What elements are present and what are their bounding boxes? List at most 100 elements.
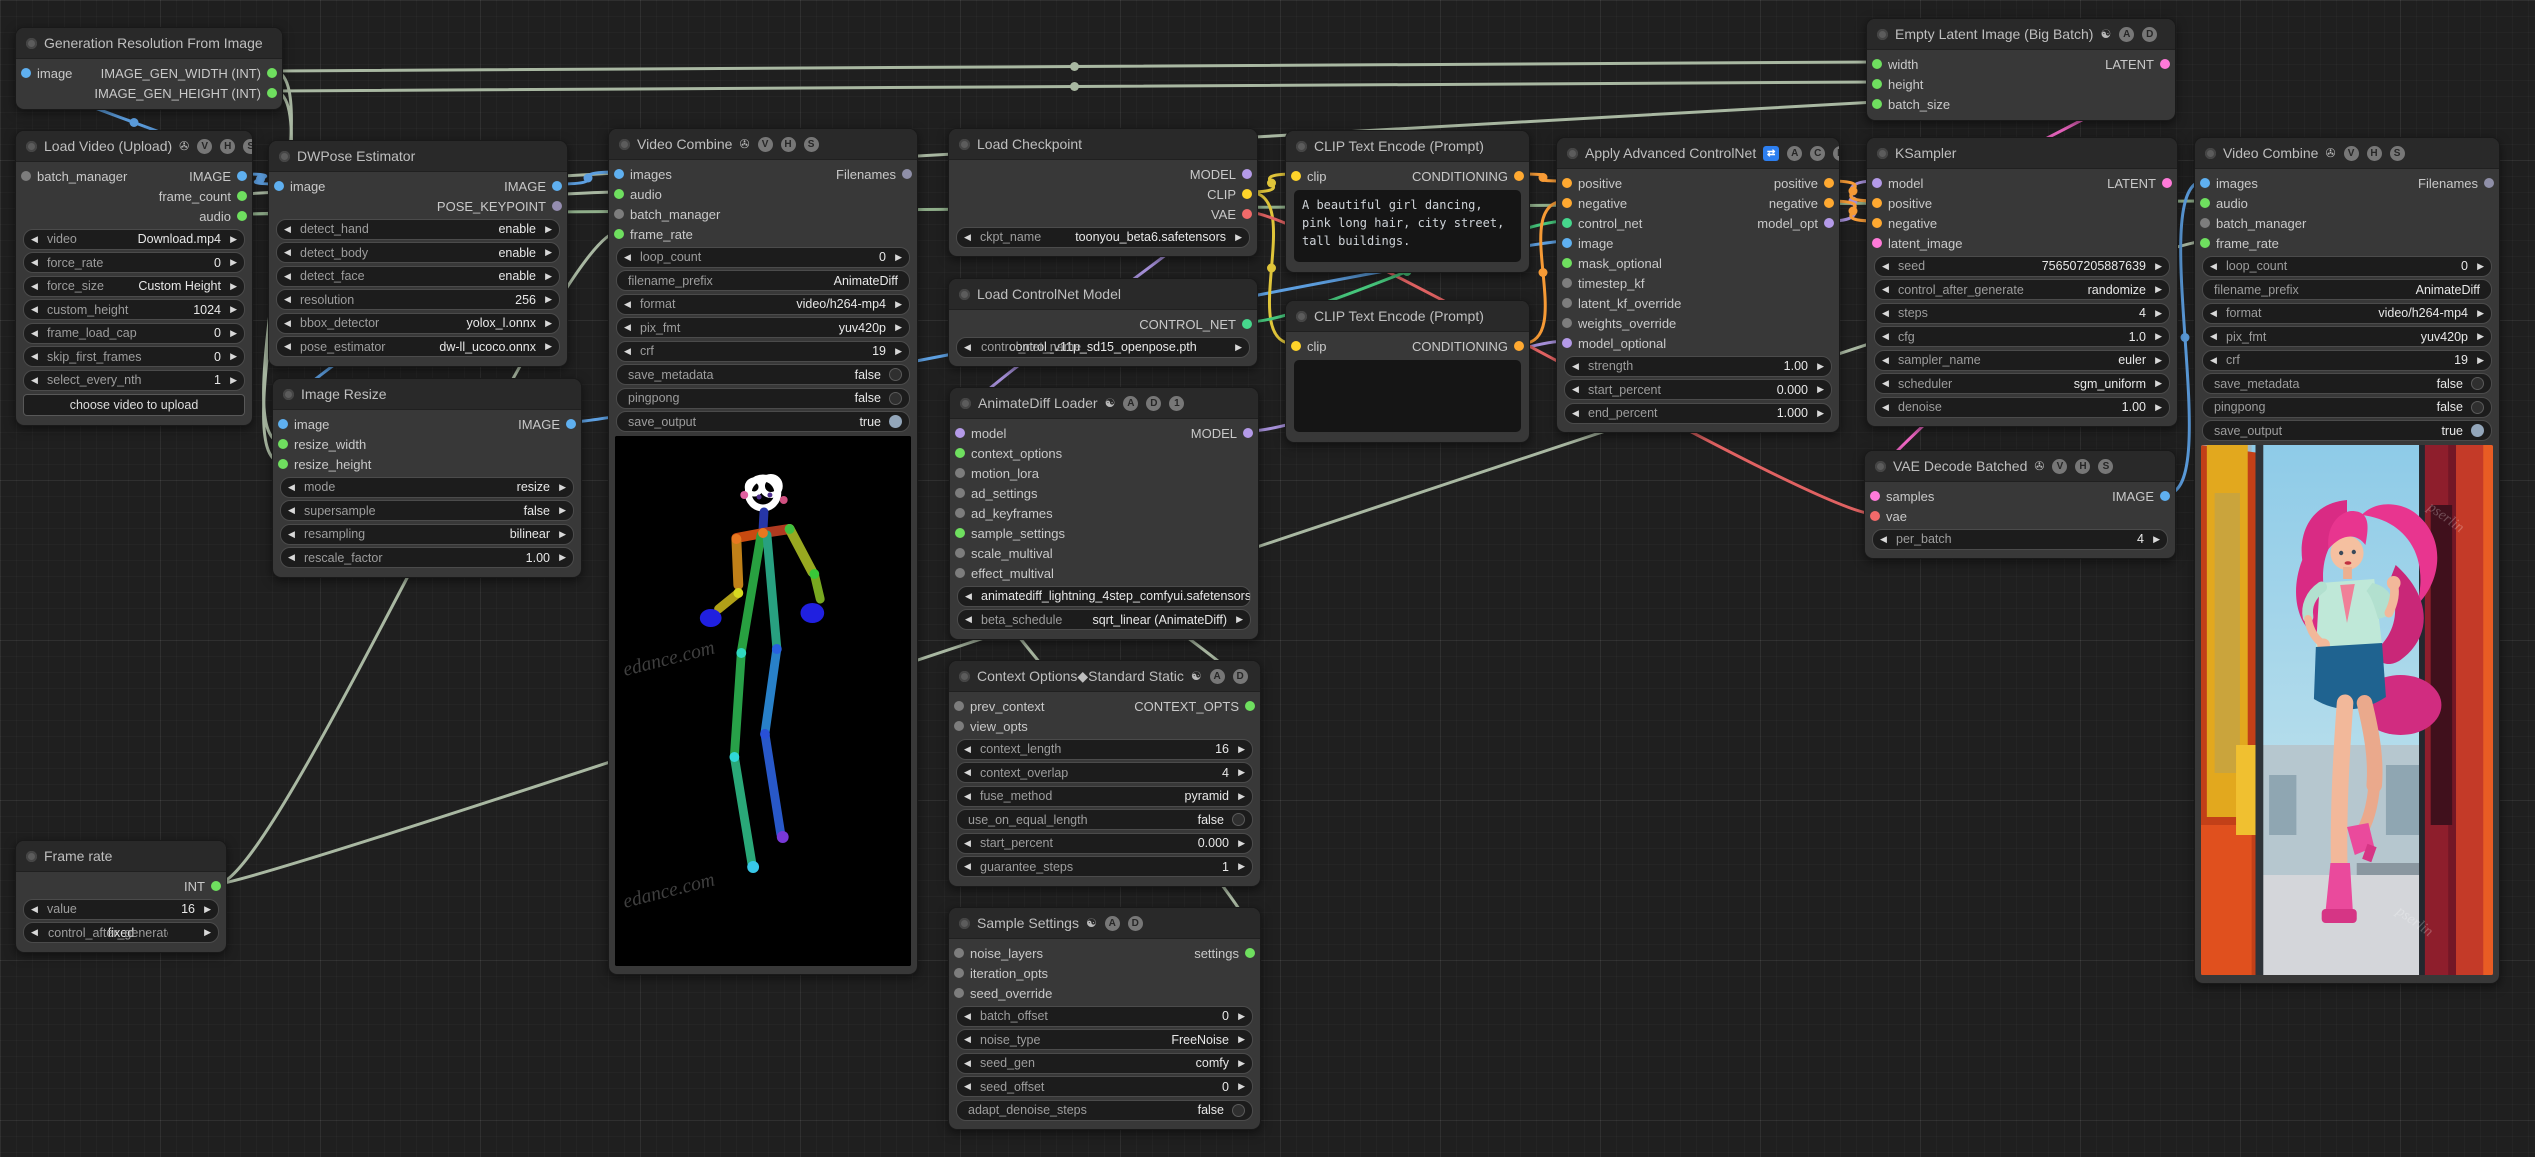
output-slot-IMAGE[interactable] [2160, 491, 2170, 501]
input-slot-vae[interactable] [1870, 511, 1880, 521]
widget-filename_prefix[interactable]: filename_prefix AnimateDiff [2202, 279, 2492, 300]
node-title-bar[interactable]: VAE Decode Batched ✇ V H S [1865, 451, 2175, 482]
increment-arrow-icon[interactable]: ▶ [554, 505, 566, 516]
input-slot-images[interactable] [614, 169, 624, 179]
collapse-dot[interactable] [619, 138, 630, 150]
node-image-resize[interactable]: Image Resize image IMAGE resize_width resize… [272, 378, 582, 578]
widget-save_output[interactable]: save_output true [2202, 420, 2492, 441]
input-slot-samples[interactable] [1870, 491, 1880, 501]
widget-rescale_factor[interactable]: ◀ rescale_factor 1.00 ▶ [280, 547, 574, 568]
widget-value[interactable]: ◀ animatediff_lightning_4step_comfyui.saf… [957, 585, 1251, 607]
decrement-arrow-icon[interactable]: ◀ [1882, 402, 1894, 413]
widget-button-choose-video-to-upload[interactable]: choose video to upload [23, 393, 245, 416]
increment-arrow-icon[interactable]: ▶ [1233, 1034, 1245, 1045]
widget-ckpt_name[interactable]: ◀ ckpt_name toonyou_beta6.safetensors ▶ [956, 226, 1250, 248]
collapse-dot[interactable] [26, 850, 37, 862]
decrement-arrow-icon[interactable]: ◀ [288, 482, 300, 493]
collapse-dot[interactable] [1296, 310, 1307, 322]
output-slot-CONTROL_NET[interactable] [1242, 319, 1252, 329]
node-title-bar[interactable]: Video Combine ✇ V H S [609, 129, 917, 160]
increment-arrow-icon[interactable]: ▶ [225, 304, 237, 315]
decrement-arrow-icon[interactable]: ◀ [624, 252, 636, 263]
output-slot-MODEL[interactable] [1243, 428, 1253, 438]
widget-guarantee_steps[interactable]: ◀ guarantee_steps 1 ▶ [956, 856, 1253, 877]
widget-control_net_name[interactable]: ◀ control_net_name control_v11p_sd15_openp… [956, 336, 1250, 358]
input-slot-negative[interactable] [1872, 218, 1882, 228]
collapse-dot[interactable] [959, 138, 970, 150]
widget-format[interactable]: ◀ format video/h264-mp4 ▶ [616, 293, 910, 315]
widget-custom_height[interactable]: ◀ custom_height 1024 ▶ [23, 299, 245, 320]
collapse-dot[interactable] [960, 397, 971, 409]
collapse-dot[interactable] [279, 150, 290, 162]
input-slot-ad_keyframes[interactable] [955, 508, 965, 518]
prompt-textarea[interactable]: A beautiful girl dancing, pink long hair… [1294, 190, 1521, 262]
node-clip-neg[interactable]: CLIP Text Encode (Prompt) clip CONDITIONIN… [1285, 300, 1530, 443]
input-slot-audio[interactable] [614, 189, 624, 199]
widget-pose_estimator[interactable]: ◀ pose_estimator dw-ll_ucoco.onnx ▶ [276, 336, 560, 357]
input-slot-audio[interactable] [2200, 198, 2210, 208]
widget-beta_schedule[interactable]: ◀ beta_schedule sqrt_linear (AnimateDiff) ▶ [957, 609, 1251, 630]
node-title-bar[interactable]: Load Video (Upload) ✇ VHS [16, 131, 252, 162]
decrement-arrow-icon[interactable]: ◀ [2210, 261, 2222, 272]
decrement-arrow-icon[interactable]: ◀ [1882, 355, 1894, 366]
increment-arrow-icon[interactable]: ▶ [2472, 331, 2484, 342]
decrement-arrow-icon[interactable]: ◀ [2210, 308, 2222, 319]
input-slot-iteration_opts[interactable] [954, 968, 964, 978]
node-title-bar[interactable]: Context Options◆Standard Static ☯ A D [949, 661, 1260, 692]
toggle-knob[interactable] [889, 391, 902, 405]
widget-cfg[interactable]: ◀ cfg 1.0 ▶ [1874, 326, 2170, 347]
increment-arrow-icon[interactable]: ▶ [1812, 361, 1824, 372]
decrement-arrow-icon[interactable]: ◀ [1882, 261, 1894, 272]
input-slot-model[interactable] [1872, 178, 1882, 188]
output-slot-IMAGE_GEN_HEIGHT (INT)[interactable] [267, 88, 277, 98]
widget-adapt_denoise_steps[interactable]: adapt_denoise_steps false [956, 1099, 1253, 1121]
increment-arrow-icon[interactable]: ▶ [225, 257, 237, 268]
decrement-arrow-icon[interactable]: ◀ [284, 224, 296, 235]
collapse-dot[interactable] [1877, 28, 1888, 40]
wire[interactable] [272, 80, 1877, 93]
increment-arrow-icon[interactable]: ▶ [540, 294, 552, 305]
output-slot-VAE[interactable] [1242, 209, 1252, 219]
collapse-dot[interactable] [1296, 140, 1307, 152]
node-title-bar[interactable]: AnimateDiff Loader ☯ A D 1 [950, 388, 1258, 419]
link-dot[interactable] [1070, 82, 1079, 91]
increment-arrow-icon[interactable]: ▶ [540, 247, 552, 258]
collapse-dot[interactable] [1567, 147, 1578, 159]
widget-supersample[interactable]: ◀ supersample false ▶ [280, 500, 574, 521]
prompt-textarea[interactable] [1294, 360, 1521, 432]
decrement-arrow-icon[interactable]: ◀ [624, 346, 636, 357]
decrement-arrow-icon[interactable]: ◀ [965, 614, 977, 625]
increment-arrow-icon[interactable]: ▶ [2150, 331, 2162, 342]
output-slot-model_opt[interactable] [1824, 218, 1834, 228]
widget-mode[interactable]: ◀ mode resize ▶ [280, 476, 574, 498]
widget-force_size[interactable]: ◀ force_size Custom Height ▶ [23, 275, 245, 297]
widget-value[interactable]: ◀ value 16 ▶ [23, 898, 219, 920]
input-slot-batch_manager[interactable] [614, 209, 624, 219]
widget-select_every_nth[interactable]: ◀ select_every_nth 1 ▶ [23, 369, 245, 391]
input-slot-noise_layers[interactable] [954, 948, 964, 958]
decrement-arrow-icon[interactable]: ◀ [288, 529, 300, 540]
decrement-arrow-icon[interactable]: ◀ [31, 257, 43, 268]
input-slot-batch_size[interactable] [1872, 99, 1882, 109]
input-slot-seed_override[interactable] [954, 988, 964, 998]
increment-arrow-icon[interactable]: ▶ [1233, 791, 1245, 802]
decrement-arrow-icon[interactable]: ◀ [964, 1011, 976, 1022]
collapse-dot[interactable] [959, 288, 970, 300]
input-slot-prev_context[interactable] [954, 701, 964, 711]
input-slot-clip[interactable] [1291, 171, 1301, 181]
widget-format[interactable]: ◀ format video/h264-mp4 ▶ [2202, 302, 2492, 324]
widget-sampler_name[interactable]: ◀ sampler_name euler ▶ [1874, 349, 2170, 371]
output-slot-POSE_KEYPOINT[interactable] [552, 201, 562, 211]
increment-arrow-icon[interactable]: ▶ [2150, 284, 2162, 295]
widget-filename_prefix[interactable]: filename_prefix AnimateDiff [616, 270, 910, 291]
link-dot[interactable] [1267, 178, 1276, 188]
widget-start_percent[interactable]: ◀ start_percent 0.000 ▶ [1564, 379, 1832, 400]
increment-arrow-icon[interactable]: ▶ [1233, 838, 1245, 849]
decrement-arrow-icon[interactable]: ◀ [284, 318, 296, 329]
decrement-arrow-icon[interactable]: ◀ [31, 927, 43, 938]
widget-per_batch[interactable]: ◀ per_batch 4 ▶ [1872, 528, 2168, 550]
decrement-arrow-icon[interactable]: ◀ [1572, 384, 1584, 395]
decrement-arrow-icon[interactable]: ◀ [288, 552, 300, 563]
increment-arrow-icon[interactable]: ▶ [225, 351, 237, 362]
output-slot-IMAGE_GEN_WIDTH (INT)[interactable] [267, 68, 277, 78]
